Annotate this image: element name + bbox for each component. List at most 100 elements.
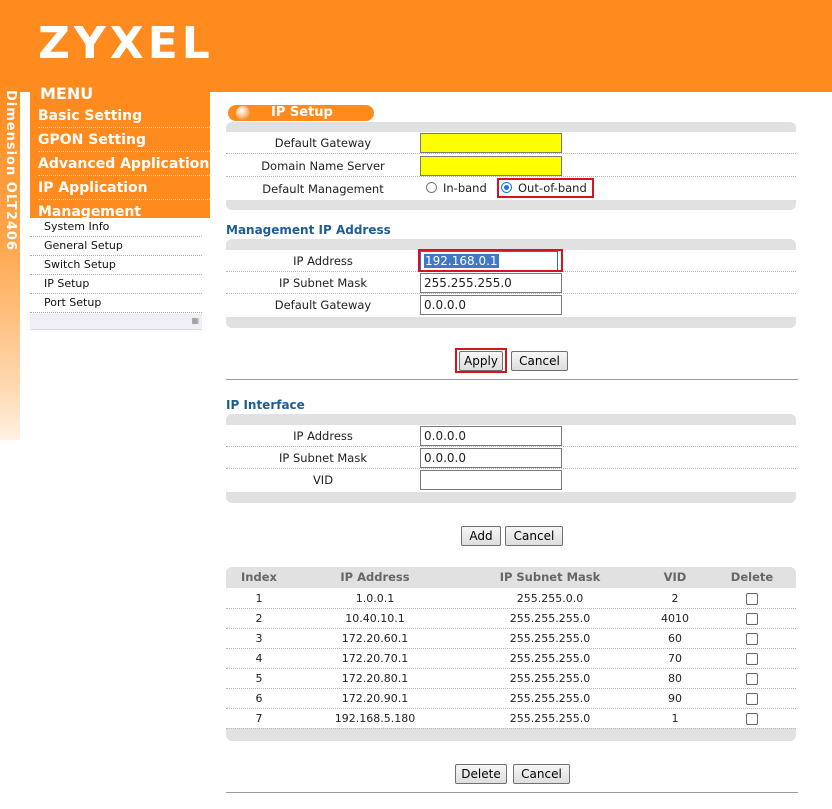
menu-item-basic-setting[interactable]: Basic Setting bbox=[38, 106, 210, 128]
cell-vid: 90 bbox=[668, 692, 682, 705]
default-gateway-row: Default Gateway bbox=[226, 132, 796, 154]
cell-vid: 1 bbox=[671, 712, 679, 725]
iface-vid-label: VID bbox=[312, 473, 334, 487]
cell-ip-address: 10.40.10.1 bbox=[345, 612, 405, 625]
bottom-divider bbox=[226, 792, 798, 793]
iface-cancel-button[interactable]: Cancel bbox=[505, 526, 563, 546]
zyxel-logo: ZYXEL bbox=[38, 18, 214, 69]
delete-checkbox[interactable] bbox=[746, 653, 758, 665]
cell-vid: 4010 bbox=[661, 612, 689, 625]
inband-label: In-band bbox=[443, 181, 487, 195]
mgmt-gw-row: Default Gateway 0.0.0.0 bbox=[226, 294, 796, 316]
cell-index: 6 bbox=[255, 692, 263, 705]
cell-index: 2 bbox=[255, 612, 263, 625]
mgmt-ip-label: IP Address bbox=[293, 254, 353, 268]
delete-checkbox[interactable] bbox=[746, 673, 758, 685]
col-mask-header: IP Subnet Mask bbox=[499, 570, 601, 584]
dns-input[interactable] bbox=[420, 156, 562, 176]
menu-item-advanced-application[interactable]: Advanced Application bbox=[38, 154, 210, 176]
outofband-callout bbox=[497, 178, 594, 198]
col-delete-header: Delete bbox=[730, 570, 774, 584]
table-row: 7 192.168.5.180 255.255.255.0 1 bbox=[226, 709, 796, 729]
management-submenu: System Info General Setup Switch Setup I… bbox=[30, 218, 202, 313]
scroll-grip-icon: ▦ bbox=[191, 316, 199, 325]
submenu-ip-setup[interactable]: IP Setup bbox=[30, 275, 202, 294]
table-row: 6 172.20.90.1 255.255.255.0 90 bbox=[226, 689, 796, 709]
mgmt-gw-label: Default Gateway bbox=[274, 298, 372, 312]
menu-title: MENU bbox=[40, 84, 94, 103]
product-name: Dimension OLT2406 bbox=[3, 90, 18, 252]
cell-ip-address: 172.20.60.1 bbox=[341, 632, 409, 645]
cell-subnet-mask: 255.255.0.0 bbox=[516, 592, 584, 605]
cell-subnet-mask: 255.255.255.0 bbox=[509, 612, 591, 625]
mgmt-gw-input[interactable]: 0.0.0.0 bbox=[420, 295, 562, 315]
menu-item-management[interactable]: Management bbox=[38, 202, 210, 218]
default-gateway-label: Default Gateway bbox=[274, 136, 372, 150]
submenu-scrollbar[interactable]: ▦ bbox=[30, 314, 202, 330]
iface-ip-row: IP Address 0.0.0.0 bbox=[226, 425, 796, 447]
delete-checkbox[interactable] bbox=[746, 693, 758, 705]
page-title: IP Setup bbox=[271, 105, 333, 120]
cell-index: 3 bbox=[255, 632, 263, 645]
cell-ip-address: 1.0.0.1 bbox=[355, 592, 395, 605]
menu-item-ip-application[interactable]: IP Application bbox=[38, 178, 210, 200]
cell-index: 5 bbox=[255, 672, 263, 685]
cell-ip-address: 172.20.90.1 bbox=[341, 692, 409, 705]
cell-subnet-mask: 255.255.255.0 bbox=[509, 672, 591, 685]
delete-checkbox[interactable] bbox=[746, 633, 758, 645]
delete-button[interactable]: Delete bbox=[455, 764, 507, 784]
delete-checkbox[interactable] bbox=[746, 593, 758, 605]
cell-subnet-mask: 255.255.255.0 bbox=[509, 692, 591, 705]
management-ip-heading: Management IP Address bbox=[226, 223, 391, 237]
iface-vid-input[interactable] bbox=[420, 470, 562, 490]
inband-radio[interactable] bbox=[426, 182, 437, 193]
iface-ip-label: IP Address bbox=[293, 429, 353, 443]
cell-vid: 2 bbox=[671, 592, 679, 605]
cell-subnet-mask: 255.255.255.0 bbox=[509, 712, 591, 725]
iface-mask-row: IP Subnet Mask 0.0.0.0 bbox=[226, 447, 796, 469]
cell-index: 7 bbox=[255, 712, 263, 725]
mgmt-mask-label: IP Subnet Mask bbox=[278, 276, 368, 290]
cell-ip-address: 172.20.70.1 bbox=[341, 652, 409, 665]
cell-vid: 80 bbox=[668, 672, 682, 685]
table-row: 1 1.0.0.1 255.255.0.0 2 bbox=[226, 589, 796, 609]
table-cancel-button[interactable]: Cancel bbox=[513, 764, 570, 784]
table-row: 5 172.20.80.1 255.255.255.0 80 bbox=[226, 669, 796, 689]
iface-vid-row: VID bbox=[226, 469, 796, 491]
menu-item-gpon-setting[interactable]: GPON Setting bbox=[38, 130, 210, 152]
iface-mask-input[interactable]: 0.0.0.0 bbox=[420, 448, 562, 468]
add-button[interactable]: Add bbox=[461, 526, 501, 546]
header-bar: ZYXEL bbox=[0, 0, 832, 92]
cell-subnet-mask: 255.255.255.0 bbox=[509, 632, 591, 645]
col-ip-header: IP Address bbox=[340, 570, 410, 584]
iface-mask-label: IP Subnet Mask bbox=[278, 451, 368, 465]
mgmt-mask-input[interactable]: 255.255.255.0 bbox=[420, 273, 562, 293]
col-vid-header: VID bbox=[663, 570, 687, 584]
submenu-port-setup[interactable]: Port Setup bbox=[30, 294, 202, 313]
section-bullet-icon bbox=[236, 106, 250, 120]
submenu-switch-setup[interactable]: Switch Setup bbox=[30, 256, 202, 275]
cell-index: 4 bbox=[255, 652, 263, 665]
cell-ip-address: 192.168.5.180 bbox=[334, 712, 416, 725]
cell-ip-address: 172.20.80.1 bbox=[341, 672, 409, 685]
submenu-general-setup[interactable]: General Setup bbox=[30, 237, 202, 256]
cell-vid: 70 bbox=[668, 652, 682, 665]
mgmt-ip-callout bbox=[418, 249, 563, 272]
default-gateway-input[interactable] bbox=[420, 133, 562, 153]
delete-checkbox[interactable] bbox=[746, 613, 758, 625]
default-management-label: Default Management bbox=[262, 182, 384, 196]
table-row: 2 10.40.10.1 255.255.255.0 4010 bbox=[226, 609, 796, 629]
mgmt-cancel-button[interactable]: Cancel bbox=[511, 351, 568, 371]
submenu-system-info[interactable]: System Info bbox=[30, 218, 202, 237]
divider bbox=[226, 379, 798, 380]
cell-subnet-mask: 255.255.255.0 bbox=[509, 652, 591, 665]
iface-ip-input[interactable]: 0.0.0.0 bbox=[420, 426, 562, 446]
table-row: 3 172.20.60.1 255.255.255.0 60 bbox=[226, 629, 796, 649]
cell-index: 1 bbox=[255, 592, 263, 605]
delete-checkbox[interactable] bbox=[746, 713, 758, 725]
cell-vid: 60 bbox=[668, 632, 682, 645]
dns-row: Domain Name Server bbox=[226, 155, 796, 177]
ip-interface-box: IP Address 0.0.0.0 IP Subnet Mask 0.0.0.… bbox=[226, 414, 796, 503]
apply-callout bbox=[455, 348, 507, 373]
table-row: 4 172.20.70.1 255.255.255.0 70 bbox=[226, 649, 796, 669]
